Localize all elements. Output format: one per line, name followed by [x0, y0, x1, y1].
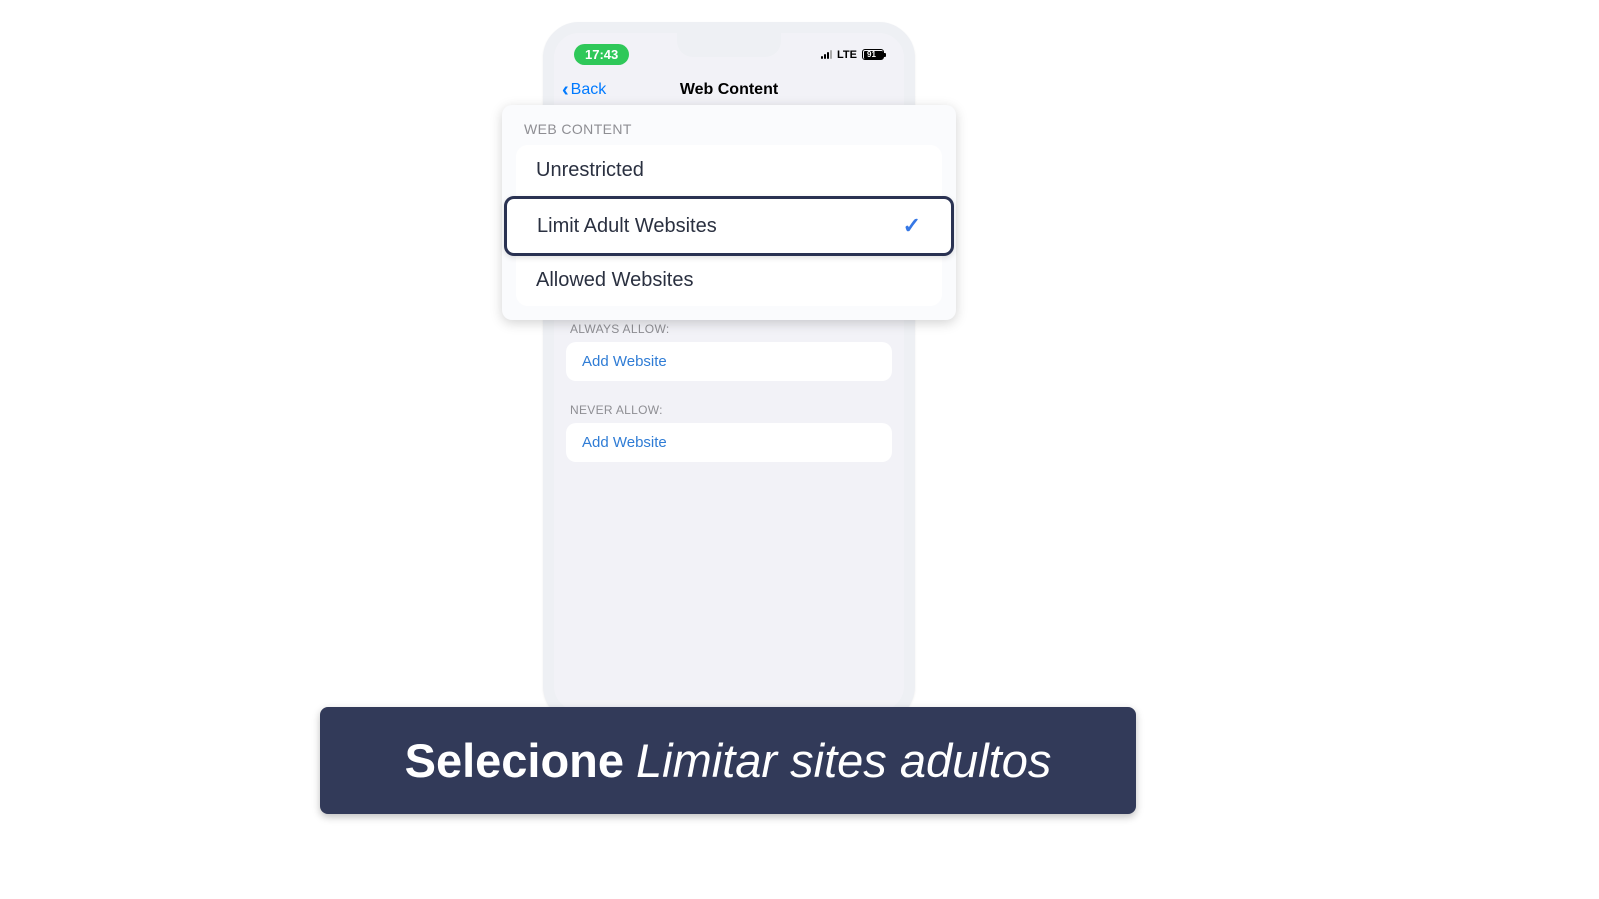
nav-bar: ‹ Back Web Content: [554, 71, 904, 109]
section-never-allow: NEVER ALLOW:: [554, 390, 904, 423]
caption-prefix: Selecione: [405, 733, 624, 788]
signal-icon: [821, 50, 832, 59]
status-right: LTE 91: [821, 49, 884, 61]
option-unrestricted[interactable]: Unrestricted: [516, 145, 942, 197]
battery-icon: 91: [862, 49, 884, 60]
chevron-left-icon: ‹: [562, 80, 569, 100]
add-website-always[interactable]: Add Website: [566, 342, 892, 381]
page-title: Web Content: [680, 81, 778, 99]
status-time: 17:43: [574, 44, 629, 65]
network-label: LTE: [837, 49, 857, 61]
web-content-overlay: WEB CONTENT Unrestricted Limit Adult Web…: [502, 105, 956, 320]
back-button[interactable]: ‹ Back: [562, 80, 606, 100]
caption-italic: Limitar sites adultos: [636, 733, 1051, 788]
overlay-header: WEB CONTENT: [516, 115, 942, 145]
phone-notch: [677, 33, 781, 57]
back-label: Back: [571, 81, 607, 99]
option-allowed-websites[interactable]: Allowed Websites: [516, 255, 942, 306]
option-list: Unrestricted Limit Adult Websites ✓ Allo…: [516, 145, 942, 306]
checkmark-icon: ✓: [903, 213, 921, 239]
battery-level: 91: [867, 50, 876, 59]
instruction-caption: Selecione Limitar sites adultos: [320, 707, 1136, 814]
option-limit-adult[interactable]: Limit Adult Websites ✓: [504, 196, 954, 256]
add-website-never[interactable]: Add Website: [566, 423, 892, 462]
